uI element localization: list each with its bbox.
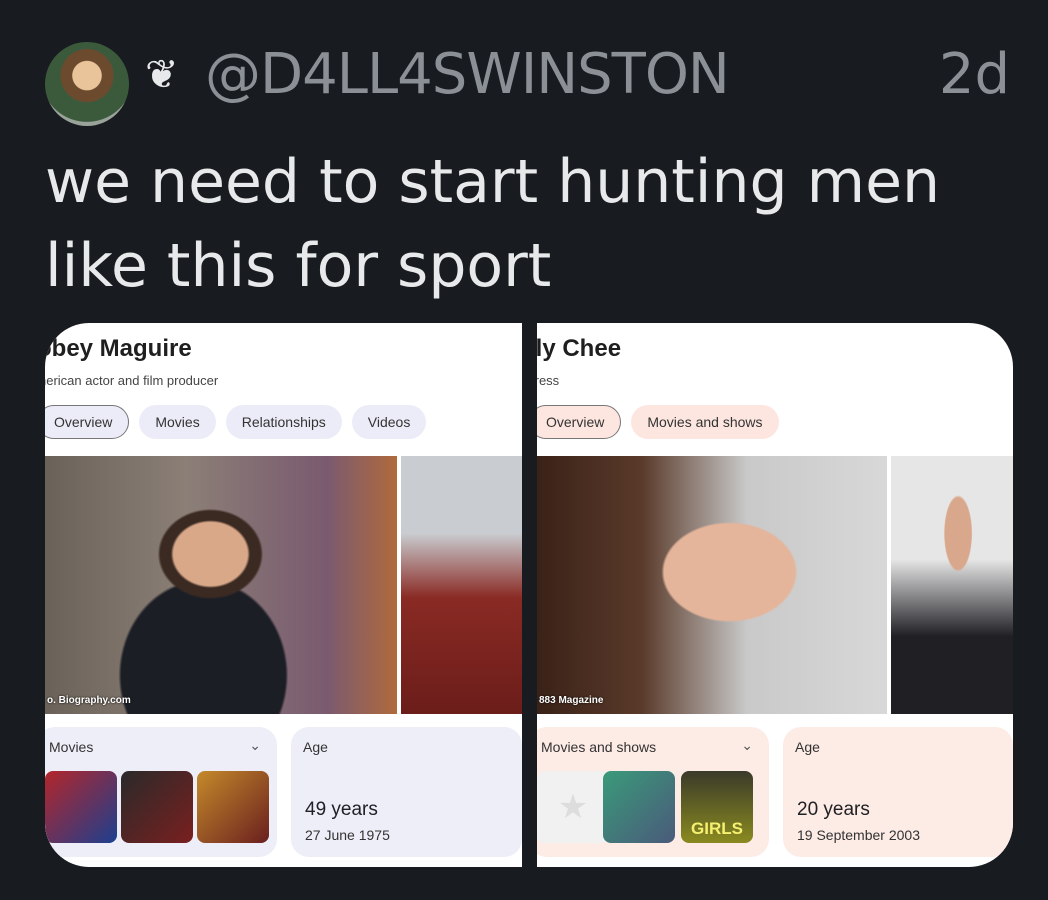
tab-movies[interactable]: Movies: [139, 405, 216, 439]
handle-emoji: ❦: [145, 52, 179, 98]
movies-card[interactable]: Movies and shows ⌄ ★ GIRLS: [537, 727, 769, 857]
secondary-photo[interactable]: [891, 456, 1013, 714]
age-label: Age: [303, 739, 328, 755]
tweet-media[interactable]: obey Maguire nerican actor and film prod…: [45, 323, 1013, 867]
thumb-title: GIRLS: [691, 819, 743, 838]
tab-relationships[interactable]: Relationships: [225, 405, 342, 439]
avatar[interactable]: [45, 42, 129, 126]
person-description: nerican actor and film producer: [45, 373, 219, 388]
age-value: 20 years: [797, 799, 870, 820]
secondary-photo[interactable]: [401, 456, 522, 714]
screenshot-left[interactable]: obey Maguire nerican actor and film prod…: [45, 323, 522, 867]
birthdate: 19 September 2003: [797, 827, 920, 843]
tab-movies-and-shows[interactable]: Movies and shows: [631, 405, 779, 439]
person-name: ily Chee: [537, 335, 622, 362]
chevron-down-icon[interactable]: ⌄: [249, 737, 261, 754]
movies-label: Movies: [49, 739, 94, 755]
chevron-down-icon[interactable]: ⌄: [741, 737, 753, 754]
movie-thumb[interactable]: [121, 771, 193, 843]
person-name: obey Maguire: [45, 335, 192, 362]
movie-thumb[interactable]: [197, 771, 269, 843]
movies-label: Movies and shows: [541, 739, 657, 755]
tab-videos[interactable]: Videos: [351, 405, 427, 439]
image-credit: o. Biography.com: [47, 695, 131, 706]
main-photo[interactable]: o. Biography.com: [45, 456, 397, 714]
movie-thumb[interactable]: [603, 771, 675, 843]
movie-thumb[interactable]: GIRLS: [681, 771, 753, 843]
age-label: Age: [795, 739, 820, 755]
image-credit: 883 Magazine: [539, 695, 604, 706]
movies-card[interactable]: Movies ⌄: [45, 727, 277, 857]
tab-overview[interactable]: Overview: [537, 405, 622, 439]
person-description: tress: [537, 373, 560, 388]
user-handle[interactable]: @D4LL4SWINSTON: [205, 42, 730, 107]
tabs: Overview Movies and shows: [537, 405, 779, 439]
age-value: 49 years: [305, 799, 378, 820]
timestamp[interactable]: 2d: [939, 42, 1010, 107]
age-card[interactable]: Age 20 years 19 September 2003: [783, 727, 1013, 857]
screenshot-right[interactable]: ily Chee tress Overview Movies and shows…: [537, 323, 1013, 867]
tabs: Overview Movies Relationships Videos: [45, 405, 427, 439]
main-photo[interactable]: 883 Magazine: [537, 456, 887, 714]
age-card[interactable]: Age 49 years 27 June 1975: [291, 727, 522, 857]
tweet-text: we need to start hunting men like this f…: [45, 147, 941, 301]
movie-thumb[interactable]: [45, 771, 117, 843]
star-placeholder-icon: ★: [537, 771, 609, 843]
birthdate: 27 June 1975: [305, 827, 390, 843]
tab-overview[interactable]: Overview: [45, 405, 130, 439]
